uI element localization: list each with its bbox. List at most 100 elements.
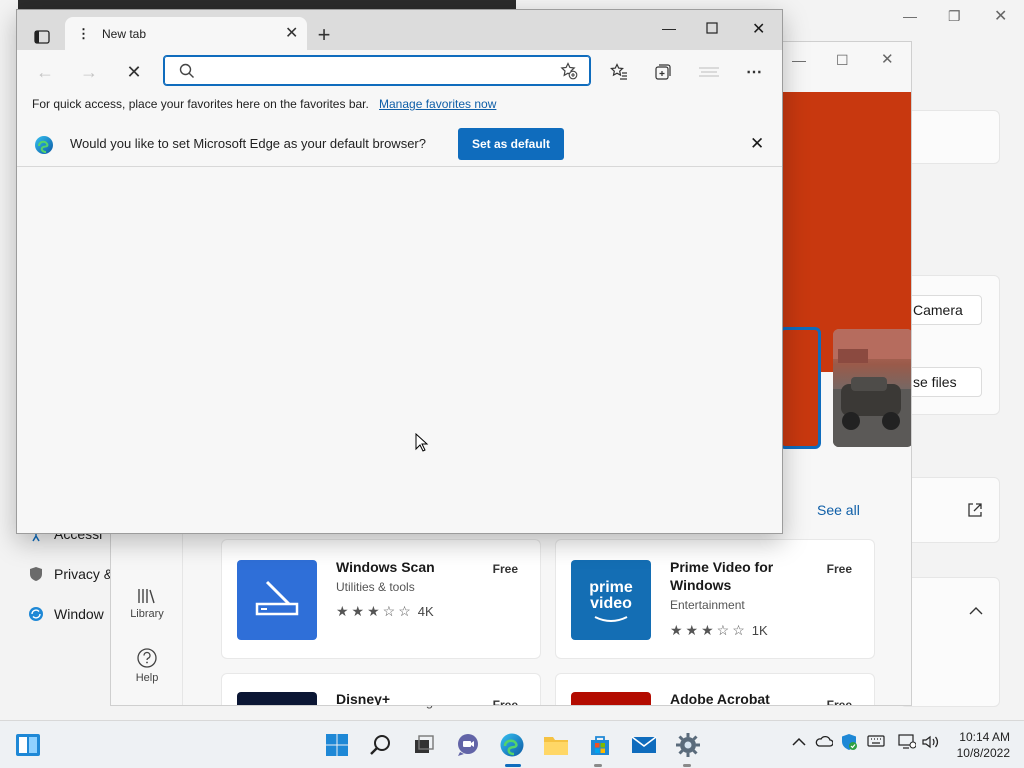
minimize-button[interactable]: —	[662, 20, 676, 36]
search-icon	[179, 63, 194, 78]
start-button[interactable]	[323, 731, 351, 759]
collections-button[interactable]	[653, 62, 673, 82]
search-button[interactable]	[367, 731, 395, 759]
tab-close-icon[interactable]: ✕	[285, 23, 298, 43]
running-indicator	[683, 764, 691, 767]
settings-more-button[interactable]: ⋯	[744, 62, 764, 82]
infobar-message: Would you like to set Microsoft Edge as …	[70, 136, 426, 151]
mail-button[interactable]	[630, 731, 658, 759]
chat-button[interactable]	[454, 731, 482, 759]
keyboard-icon[interactable]	[867, 735, 885, 750]
app-rating: ★★★☆☆ 1K	[670, 622, 768, 639]
windows-update-icon	[29, 607, 43, 621]
settings-card	[900, 577, 1000, 707]
windows-logo-icon	[326, 734, 348, 756]
show-hidden-icons-button[interactable]	[792, 735, 806, 750]
task-view-button[interactable]	[410, 731, 438, 759]
camera-label: Camera	[913, 302, 963, 318]
stop-loading-button[interactable]: ✕	[124, 62, 144, 82]
edge-logo-icon	[35, 136, 53, 154]
store-taskbar-button[interactable]	[586, 731, 614, 759]
new-tab-button[interactable]: +	[314, 22, 334, 47]
app-card-adobe-acrobat[interactable]: Adobe Acrobat Free	[555, 673, 875, 705]
help-icon	[137, 648, 157, 668]
app-rating: ★★★☆☆ 4K	[336, 603, 434, 620]
favorites-button[interactable]	[609, 62, 629, 82]
onedrive-icon[interactable]	[815, 735, 834, 750]
close-button[interactable]: ✕	[752, 19, 765, 39]
app-category: Utilities & tools	[336, 580, 415, 594]
settings-taskbar-button[interactable]	[674, 731, 702, 759]
edge-taskbar-button[interactable]	[498, 731, 526, 759]
clock-time: 10:14 AM	[959, 730, 1010, 744]
rating-count: 1K	[751, 623, 768, 638]
store-minimize-button[interactable]: —	[792, 52, 806, 68]
see-all-link[interactable]: See all	[817, 502, 860, 518]
settings-close-button[interactable]: ✕	[994, 6, 1007, 26]
set-as-default-button[interactable]: Set as default	[458, 128, 564, 160]
library-label: Library	[130, 608, 164, 620]
adobe-acrobat-icon	[571, 692, 651, 705]
network-icon[interactable]	[898, 733, 917, 752]
prime-video-logo-line2: video	[590, 595, 632, 612]
edge-window: ⋮ New tab ✕ + — ✕ ← → ✕ ⋯ For quick acce…	[16, 9, 783, 534]
disney-plus-icon	[237, 692, 317, 705]
store-rail: Library Help	[111, 532, 183, 705]
external-link-icon[interactable]	[967, 502, 983, 518]
page-content[interactable]	[17, 167, 782, 533]
forward-arrow-icon: →	[80, 61, 98, 82]
address-bar[interactable]	[163, 55, 591, 86]
nav-label: Window	[54, 606, 104, 622]
nav-label: Privacy &	[54, 566, 114, 582]
chevron-up-icon[interactable]	[969, 606, 983, 616]
file-explorer-button[interactable]	[542, 731, 570, 759]
settings-minimize-button[interactable]: —	[903, 8, 917, 24]
tab-actions-button[interactable]	[33, 28, 51, 46]
manage-favorites-link[interactable]: Manage favorites now	[379, 97, 496, 111]
carousel-thumb[interactable]	[833, 329, 911, 447]
clock[interactable]: 10:14 AM 10/8/2022	[940, 729, 1020, 761]
price-badge: Free	[826, 562, 852, 576]
rail-help[interactable]: Help	[111, 647, 183, 684]
maximize-icon	[706, 22, 718, 34]
volume-icon[interactable]	[922, 735, 940, 752]
app-category: Entertainment	[670, 598, 745, 612]
tab-new-tab[interactable]: ⋮ New tab ✕	[65, 17, 307, 50]
help-label: Help	[135, 672, 159, 684]
app-card-prime-video[interactable]: prime video Prime Video for Windows Ente…	[555, 539, 875, 659]
settings-restore-button[interactable]: ❐	[948, 8, 961, 25]
collections-icon	[655, 64, 671, 80]
star-rating-icon: ★★★☆☆	[670, 622, 748, 638]
library-icon	[138, 589, 155, 604]
tab-menu-icon[interactable]: ⋮	[77, 26, 90, 42]
app-name: Disney+	[336, 691, 391, 706]
app-name: Windows Scan	[336, 559, 435, 575]
app-card-disney-plus[interactable]: Disney+ Free	[221, 673, 541, 706]
address-input[interactable]	[200, 61, 550, 81]
widgets-button[interactable]	[14, 731, 42, 759]
maximize-button[interactable]	[706, 22, 718, 37]
add-favorite-icon[interactable]	[560, 62, 578, 80]
tab-title: New tab	[102, 27, 147, 41]
favorites-bar-message: For quick access, place your favorites h…	[32, 97, 369, 111]
store-close-button[interactable]: ✕	[881, 50, 894, 68]
gear-icon	[676, 733, 700, 757]
chat-icon	[458, 734, 478, 756]
carousel-thumb-selected[interactable]	[779, 327, 821, 449]
profile-icon	[699, 67, 719, 77]
profile-button[interactable]	[697, 62, 721, 82]
store-maximize-button[interactable]: ☐	[836, 52, 849, 69]
back-button[interactable]: ←	[35, 62, 55, 82]
security-icon[interactable]	[840, 733, 858, 754]
mail-icon	[631, 736, 657, 753]
toolbar: ← → ✕ ⋯	[17, 50, 782, 94]
infobar-close-icon[interactable]: ✕	[750, 134, 764, 154]
task-view-icon	[415, 735, 434, 753]
forward-button[interactable]: →	[79, 62, 99, 82]
nav-item-windows-update[interactable]: Window	[28, 606, 104, 622]
rail-library[interactable]: Library	[111, 587, 183, 620]
car-image	[833, 329, 911, 447]
nav-item-privacy[interactable]: Privacy &	[28, 566, 113, 582]
app-card-windows-scan[interactable]: Windows Scan Utilities & tools ★★★☆☆ 4K …	[221, 539, 541, 659]
shield-icon	[30, 567, 42, 581]
